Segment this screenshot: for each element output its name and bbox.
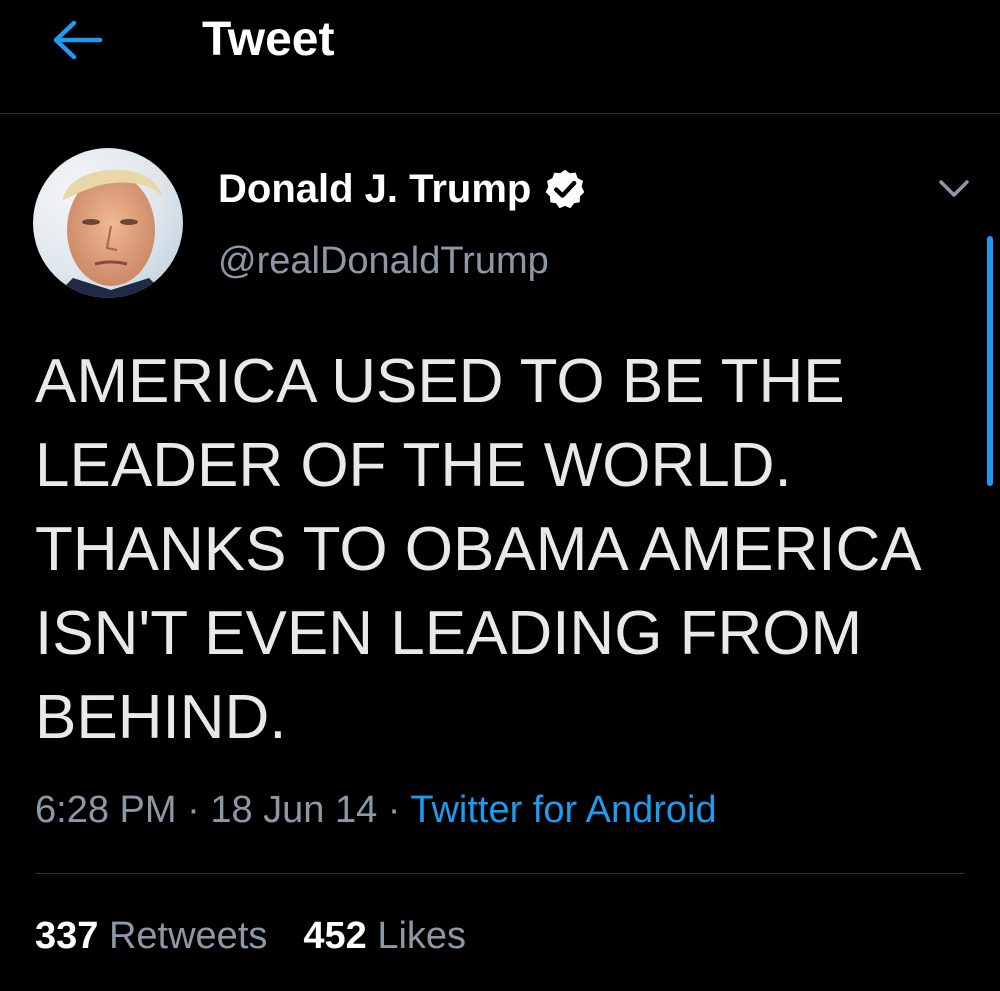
tweet-text: AMERICA USED TO BE THE LEADER OF THE WOR… [35, 347, 922, 752]
likes-count: 452 [303, 915, 367, 957]
chevron-down-icon [939, 180, 969, 197]
tweet-meta: 6:28 PM · 18 Jun 14 · Twitter for Androi… [35, 782, 717, 838]
arrow-left-icon [53, 20, 103, 60]
author-name[interactable]: Donald J. Trump [218, 164, 587, 214]
scrollbar[interactable] [987, 236, 993, 486]
retweets-count: 337 [35, 915, 99, 957]
top-bar: Tweet [0, 0, 1000, 114]
likes-stat[interactable]: 452 Likes [303, 915, 466, 957]
tweet-options-button[interactable] [928, 166, 980, 212]
likes-label: Likes [377, 915, 467, 957]
divider [35, 873, 965, 874]
avatar-image [33, 148, 183, 298]
author-name-text: Donald J. Trump [218, 167, 532, 211]
verified-badge-icon [546, 169, 585, 209]
retweets-stat[interactable]: 337 Retweets [35, 915, 267, 957]
avatar[interactable] [33, 148, 183, 298]
tweet-stats: 337 Retweets 452 Likes [35, 908, 466, 964]
meta-separator: · [187, 789, 200, 831]
author-handle[interactable]: @realDonaldTrump [218, 236, 549, 286]
tweet-time: 6:28 PM [35, 789, 177, 831]
tweet-date: 18 Jun 14 [210, 789, 378, 831]
page-title: Tweet [202, 13, 335, 66]
meta-separator: · [387, 789, 401, 831]
back-button[interactable] [50, 14, 106, 66]
retweets-label: Retweets [108, 915, 268, 957]
tweet-source-link[interactable]: Twitter for Android [410, 789, 716, 831]
